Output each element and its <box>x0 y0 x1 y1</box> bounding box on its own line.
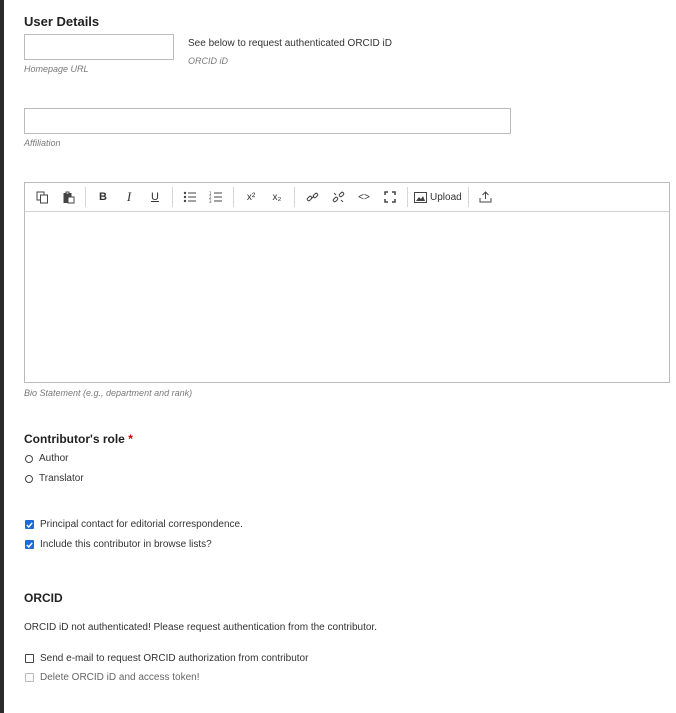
user-details-title: User Details <box>24 14 100 29</box>
subscript-button[interactable]: x₂ <box>264 186 290 208</box>
radio-button[interactable] <box>25 454 33 463</box>
required-mark: * <box>128 432 133 446</box>
image-icon <box>414 191 427 203</box>
toolbar-separator <box>294 187 295 207</box>
bio-editor-body[interactable] <box>25 212 669 382</box>
code-button[interactable]: <> <box>351 186 377 208</box>
bulleted-list-icon[interactable] <box>177 186 203 208</box>
browse-lists-checkbox[interactable] <box>25 540 34 549</box>
editor-toolbar: B I U 123 x² x₂ <> Upload <box>25 183 669 212</box>
role-option-translator[interactable]: Translator <box>25 473 84 484</box>
link-icon[interactable] <box>299 186 325 208</box>
principal-contact-label: Principal contact for editorial correspo… <box>40 519 243 530</box>
browse-lists-option[interactable]: Include this contributor in browse lists… <box>25 539 212 550</box>
bio-statement-label: Bio Statement (e.g., department and rank… <box>24 388 193 398</box>
toolbar-separator <box>85 187 86 207</box>
send-email-checkbox[interactable] <box>25 654 34 663</box>
unlink-icon[interactable] <box>325 186 351 208</box>
bio-editor: B I U 123 x² x₂ <> Upload <box>24 182 670 383</box>
paste-icon[interactable] <box>55 186 81 208</box>
toolbar-separator <box>172 187 173 207</box>
role-option-label: Translator <box>39 473 84 484</box>
homepage-url-label: Homepage URL <box>24 64 89 74</box>
orcid-status-text: ORCID iD not authenticated! Please reque… <box>24 622 377 633</box>
left-border-bar <box>0 0 4 713</box>
svg-text:3: 3 <box>209 199 212 203</box>
toolbar-separator <box>467 187 469 207</box>
orcid-label: ORCID iD <box>188 56 228 66</box>
affiliation-input[interactable] <box>24 108 511 134</box>
send-email-option[interactable]: Send e-mail to request ORCID authorizati… <box>25 653 308 664</box>
role-option-label: Author <box>39 453 69 464</box>
contributors-role-label: Contributor's role <box>24 432 125 446</box>
contributors-role-title: Contributor's role * <box>24 432 133 446</box>
delete-orcid-option: Delete ORCID iD and access token! <box>25 672 200 683</box>
upload-label: Upload <box>430 191 462 203</box>
italic-button[interactable]: I <box>116 186 142 208</box>
browse-lists-label: Include this contributor in browse lists… <box>40 539 212 550</box>
numbered-list-icon[interactable]: 123 <box>203 186 229 208</box>
send-email-label: Send e-mail to request ORCID authorizati… <box>40 653 309 664</box>
check-icon <box>26 521 33 528</box>
upload-icon[interactable] <box>473 186 499 208</box>
affiliation-label: Affiliation <box>24 138 61 148</box>
bold-button[interactable]: B <box>90 186 116 208</box>
copy-icon[interactable] <box>29 186 55 208</box>
role-option-author[interactable]: Author <box>25 453 68 464</box>
orcid-title: ORCID <box>24 591 63 605</box>
delete-orcid-checkbox <box>25 673 34 682</box>
upload-image-button[interactable]: Upload <box>412 186 464 208</box>
radio-button[interactable] <box>25 474 33 483</box>
fullscreen-icon[interactable] <box>377 186 403 208</box>
check-icon <box>26 541 33 548</box>
underline-button[interactable]: U <box>142 186 168 208</box>
superscript-button[interactable]: x² <box>238 186 264 208</box>
homepage-url-input[interactable] <box>24 34 174 60</box>
principal-contact-option[interactable]: Principal contact for editorial correspo… <box>25 519 243 530</box>
principal-contact-checkbox[interactable] <box>25 520 34 529</box>
toolbar-separator <box>407 187 408 207</box>
orcid-note: See below to request authenticated ORCID… <box>188 38 392 49</box>
toolbar-separator <box>233 187 234 207</box>
delete-orcid-label: Delete ORCID iD and access token! <box>40 672 200 683</box>
